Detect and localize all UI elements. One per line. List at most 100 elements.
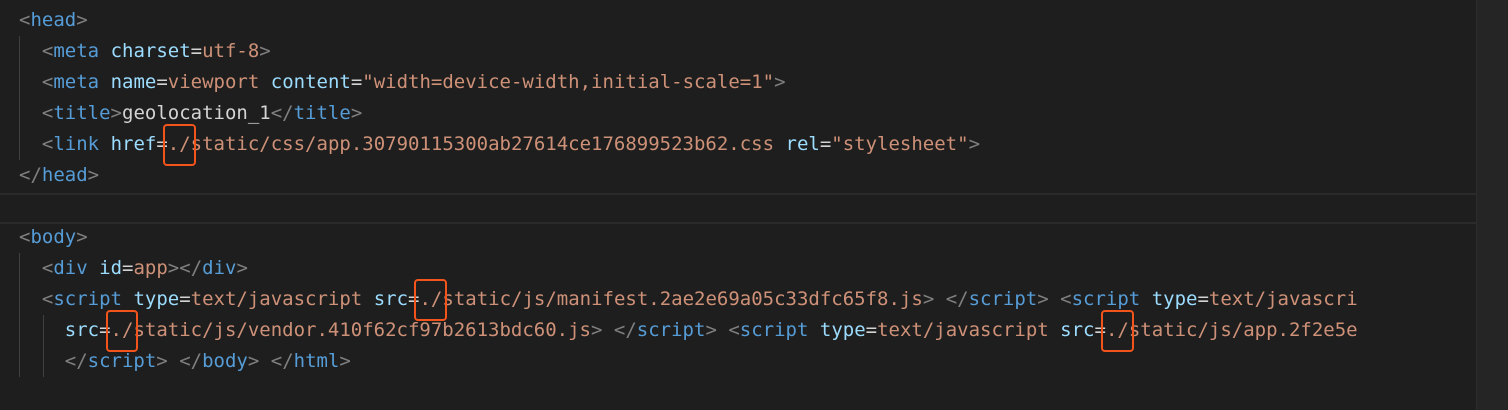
token: head: [41, 164, 88, 186]
code-line-3: <meta name=viewport content="width=devic…: [19, 67, 786, 98]
token: text/javascript: [877, 319, 1049, 341]
token: "stylesheet": [831, 133, 969, 155]
token: >: [76, 226, 88, 248]
token: body: [30, 226, 77, 248]
token: <: [19, 226, 31, 248]
token: =: [1197, 288, 1209, 310]
token: </: [270, 102, 294, 124]
token: <: [728, 319, 740, 341]
token: >: [774, 71, 786, 93]
token: src: [64, 319, 100, 341]
token: utf-8: [202, 40, 260, 62]
token: id: [99, 257, 123, 279]
token: >: [156, 350, 168, 372]
token: text/javascript: [190, 288, 363, 310]
relative-path-highlight: ./: [414, 279, 448, 321]
code-line-1: <head>: [19, 5, 88, 36]
vertical-scrollbar[interactable]: [1476, 0, 1508, 410]
token: </: [64, 350, 88, 372]
token: </: [19, 164, 42, 186]
token: link: [53, 133, 100, 155]
token: div: [202, 257, 237, 279]
token: static/js/app.2f2e5e: [1128, 319, 1358, 341]
code-editor[interactable]: <head> <meta charset=utf-8> <meta name=v…: [0, 0, 1476, 410]
token: >: [87, 164, 100, 186]
token: title: [53, 102, 111, 124]
token: type: [133, 288, 180, 310]
token: </: [613, 319, 637, 341]
token: "width=device-width,initial-scale=1": [362, 71, 775, 93]
code-line-5: <link href = ./static/css/app.30790115300a…: [19, 124, 981, 166]
token: <: [41, 102, 54, 124]
token: script: [87, 350, 157, 372]
relative-path-highlight: ./: [162, 124, 196, 166]
token: src: [373, 288, 409, 310]
token: viewport: [167, 71, 260, 93]
code-line-2: <meta charset=utf-8>: [19, 36, 271, 67]
token: body: [202, 350, 248, 372]
token: title: [293, 102, 351, 124]
code-line-11: src=./static/js/vendor.410f62cf97b2613bd…: [19, 310, 1358, 352]
token: >: [339, 350, 351, 372]
token: </: [179, 257, 203, 279]
relative-path-highlight: ./: [105, 310, 139, 352]
token: <: [19, 9, 31, 31]
relative-path-highlight: ./: [1100, 310, 1134, 352]
token: div: [53, 257, 88, 279]
token: static/js/vendor.410f62cf97b2613bdc60.js: [133, 319, 591, 341]
token: >: [247, 350, 260, 372]
token: <: [41, 71, 54, 93]
token: script: [968, 288, 1038, 310]
token: >: [167, 257, 180, 279]
token: <: [1060, 288, 1072, 310]
token: =: [190, 40, 203, 62]
code-line-8: <body>: [19, 222, 88, 253]
token: text/javascri: [1208, 288, 1358, 310]
current-line-highlight: [0, 193, 1476, 224]
token: >: [236, 257, 248, 279]
token: >: [76, 9, 88, 31]
token: >: [968, 133, 981, 155]
token: =: [156, 71, 168, 93]
code-line-6: </head>: [19, 160, 99, 191]
code-line-9: <div id=app></div>: [19, 253, 248, 284]
token: app: [133, 257, 168, 279]
token: script: [53, 288, 122, 310]
token: charset: [110, 40, 191, 62]
token: <: [41, 257, 54, 279]
token: >: [922, 288, 935, 310]
token: =: [819, 133, 832, 155]
token: content: [270, 71, 351, 93]
token: meta: [53, 40, 100, 62]
token: meta: [53, 71, 100, 93]
token: =: [350, 71, 363, 93]
token: rel: [785, 133, 820, 155]
token: >: [1037, 288, 1049, 310]
token: geolocation_1: [122, 102, 271, 124]
token: =: [865, 319, 878, 341]
token: </: [270, 350, 294, 372]
code-line-12: </script> </body> </html>: [19, 346, 351, 377]
code-line-10: <script type=text/javascript src=./stati…: [19, 279, 1358, 321]
token: static/css/app.30790115300ab27614ce17689…: [190, 133, 775, 155]
token: script: [636, 319, 706, 341]
token: html: [293, 350, 340, 372]
token: script: [1071, 288, 1141, 310]
token: name: [110, 71, 157, 93]
token: static/js/manifest.2ae2e69a05c33dfc65f8.…: [442, 288, 923, 310]
token: head: [30, 9, 77, 31]
token: >: [591, 319, 603, 341]
token: type: [1151, 288, 1198, 310]
token: <: [41, 288, 54, 310]
token: >: [259, 40, 271, 62]
token: >: [110, 102, 122, 124]
token: </: [179, 350, 203, 372]
token: src: [1060, 319, 1095, 341]
token: href: [110, 133, 157, 155]
token: <: [41, 40, 54, 62]
token: =: [122, 257, 134, 279]
token: <: [41, 133, 54, 155]
token: >: [705, 319, 717, 341]
token: >: [350, 102, 363, 124]
token: </: [945, 288, 969, 310]
